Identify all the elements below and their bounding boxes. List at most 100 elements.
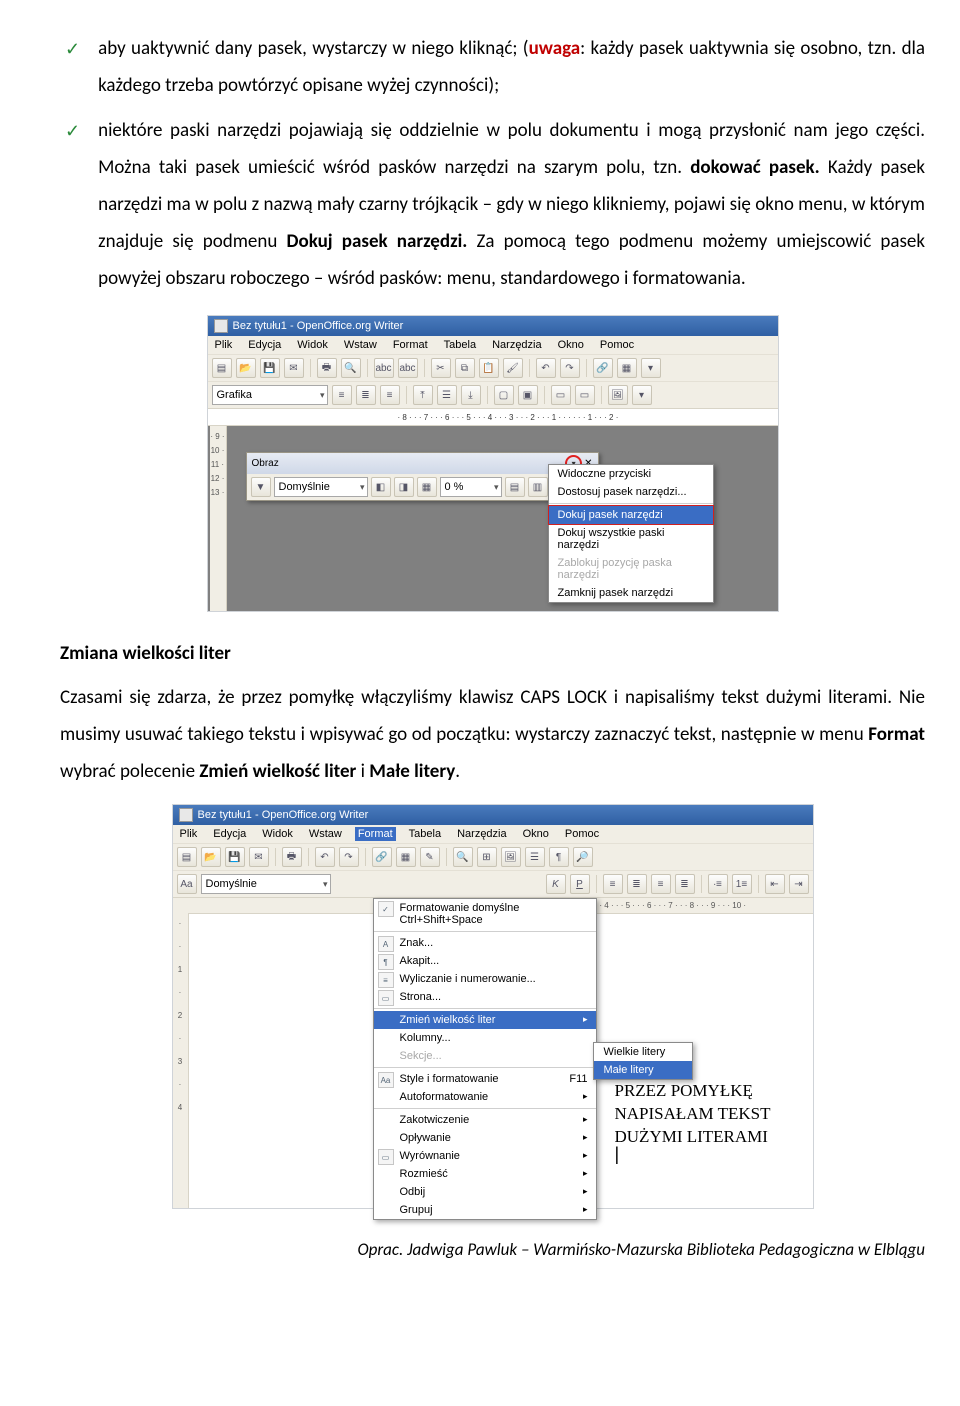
style-combo[interactable]: Grafika <box>212 385 328 405</box>
fx3-icon[interactable]: ▦ <box>417 477 437 497</box>
ind2-icon[interactable]: ⇥ <box>789 874 809 894</box>
al1-icon[interactable]: ≡ <box>603 874 623 894</box>
undo-icon[interactable]: ↶ <box>315 847 335 867</box>
fmt-zakotw[interactable]: Zakotwiczenie <box>374 1111 596 1129</box>
underline-icon[interactable]: P <box>570 874 590 894</box>
undo-icon[interactable]: ↶ <box>536 358 556 378</box>
copy-icon[interactable]: ⧉ <box>455 358 475 378</box>
menu-wstaw[interactable]: Wstaw <box>306 827 345 841</box>
menu-wstaw[interactable]: Wstaw <box>341 338 380 352</box>
link-icon[interactable]: 🔗 <box>593 358 613 378</box>
img-icon[interactable]: 🖼 <box>608 385 628 405</box>
table-icon[interactable]: ▦ <box>396 847 416 867</box>
c1-icon[interactable]: ▤ <box>505 477 525 497</box>
redo-icon[interactable]: ↷ <box>560 358 580 378</box>
styles-icon[interactable]: Aa <box>177 874 197 894</box>
fmt-wyrownanie[interactable]: ▭Wyrównanie <box>374 1147 596 1165</box>
fmt-akapit[interactable]: ¶Akapit... <box>374 952 596 970</box>
table-icon[interactable]: ▦ <box>617 358 637 378</box>
save-icon[interactable]: 💾 <box>225 847 245 867</box>
menu-format[interactable]: Format <box>355 827 396 841</box>
fmt-autoformat[interactable]: Autoformatowanie <box>374 1088 596 1106</box>
new-icon[interactable]: ▤ <box>212 358 232 378</box>
filter-icon[interactable]: ▼ <box>251 477 271 497</box>
sub-wielkie[interactable]: Wielkie litery <box>594 1043 692 1061</box>
link-icon[interactable]: 🔗 <box>372 847 392 867</box>
nav-icon[interactable]: ⊞ <box>477 847 497 867</box>
draw-icon[interactable]: ✎ <box>420 847 440 867</box>
ctx-dokuj-all[interactable]: Dokuj wszystkie paski narzędzi <box>549 524 713 554</box>
brush-icon[interactable]: 🖌 <box>503 358 523 378</box>
find-icon[interactable]: 🔍 <box>453 847 473 867</box>
border-icon[interactable]: ▢ <box>494 385 514 405</box>
fmt-odbij[interactable]: Odbij <box>374 1183 596 1201</box>
redo-icon[interactable]: ↷ <box>339 847 359 867</box>
print-icon[interactable]: 🖶 <box>282 847 302 867</box>
al3-icon[interactable]: ≡ <box>651 874 671 894</box>
fmt-style[interactable]: AaStyle i formatowanieF11 <box>374 1070 596 1088</box>
menu-format[interactable]: Format <box>390 338 431 352</box>
list2-icon[interactable]: 1≡ <box>732 874 752 894</box>
menu-widok[interactable]: Widok <box>259 827 296 841</box>
wrap-icon[interactable]: ▭ <box>551 385 571 405</box>
src-icon[interactable]: ☰ <box>525 847 545 867</box>
fmt-wylicz[interactable]: ≡Wyliczanie i numerowanie... <box>374 970 596 988</box>
fmt-strona[interactable]: ▭Strona... <box>374 988 596 1006</box>
border2-icon[interactable]: ▣ <box>518 385 538 405</box>
top-icon[interactable]: ⤒ <box>413 385 433 405</box>
sub-male[interactable]: Małe litery <box>594 1061 692 1079</box>
ctx-zamknij[interactable]: Zamknij pasek narzędzi <box>549 584 713 602</box>
menu-plik[interactable]: Plik <box>177 827 201 841</box>
menu-pomoc[interactable]: Pomoc <box>597 338 637 352</box>
c2-icon[interactable]: ▥ <box>528 477 548 497</box>
open-icon[interactable]: 📂 <box>201 847 221 867</box>
preview-icon[interactable]: 🔍 <box>341 358 361 378</box>
float-titlebar[interactable]: Obraz ▾ ✕ <box>247 453 598 474</box>
spell-icon[interactable]: abc <box>374 358 394 378</box>
mail-icon[interactable]: ✉ <box>249 847 269 867</box>
ind1-icon[interactable]: ⇤ <box>765 874 785 894</box>
menu-tabela[interactable]: Tabela <box>406 827 444 841</box>
floating-toolbar[interactable]: Obraz ▾ ✕ ▼ Domyślnie ◧ ◨ ▦ 0 % ▤ ▥ ▦ <box>246 452 599 501</box>
wrap2-icon[interactable]: ▭ <box>575 385 595 405</box>
align-left-icon[interactable]: ≡ <box>332 385 352 405</box>
np-icon[interactable]: ¶ <box>549 847 569 867</box>
fmt-default[interactable]: ✓Formatowanie domyślne Ctrl+Shift+Space <box>374 899 596 929</box>
ctx-widoczne[interactable]: Widoczne przyciski <box>549 465 713 483</box>
fmt-rozmiesc[interactable]: Rozmieść <box>374 1165 596 1183</box>
save-icon[interactable]: 💾 <box>260 358 280 378</box>
spell2-icon[interactable]: abc <box>398 358 418 378</box>
menu-edycja[interactable]: Edycja <box>245 338 284 352</box>
menu-pomoc[interactable]: Pomoc <box>562 827 602 841</box>
al2-icon[interactable]: ≣ <box>627 874 647 894</box>
print-icon[interactable]: 🖶 <box>317 358 337 378</box>
fx1-icon[interactable]: ◧ <box>371 477 391 497</box>
menu-narzedzia[interactable]: Narzędzia <box>454 827 510 841</box>
list1-icon[interactable]: ∙≡ <box>708 874 728 894</box>
fmt-grupuj[interactable]: Grupuj <box>374 1201 596 1219</box>
mail-icon[interactable]: ✉ <box>284 358 304 378</box>
ctx-dostosuj[interactable]: Dostosuj pasek narzędzi... <box>549 483 713 501</box>
more2-icon[interactable]: ▾ <box>632 385 652 405</box>
fx2-icon[interactable]: ◨ <box>394 477 414 497</box>
gal-icon[interactable]: 🖼 <box>501 847 521 867</box>
open-icon[interactable]: 📂 <box>236 358 256 378</box>
new-icon[interactable]: ▤ <box>177 847 197 867</box>
fmt-zmien-wielkosc[interactable]: Zmień wielkość liter <box>374 1011 596 1029</box>
bot-icon[interactable]: ⤓ <box>461 385 481 405</box>
float-combo[interactable]: Domyślnie <box>274 477 368 497</box>
fmt-kolumny[interactable]: Kolumny... <box>374 1029 596 1047</box>
ctx-dokuj[interactable]: Dokuj pasek narzędzi <box>548 505 714 525</box>
paste-icon[interactable]: 📋 <box>479 358 499 378</box>
style-combo[interactable]: Domyślnie <box>201 874 331 894</box>
align-right-icon[interactable]: ≡ <box>380 385 400 405</box>
menu-tabela[interactable]: Tabela <box>441 338 479 352</box>
align-center-icon[interactable]: ≣ <box>356 385 376 405</box>
cut-icon[interactable]: ✂ <box>431 358 451 378</box>
menu-plik[interactable]: Plik <box>212 338 236 352</box>
fmt-znak[interactable]: AZnak... <box>374 934 596 952</box>
menu-narzedzia[interactable]: Narzędzia <box>489 338 545 352</box>
pct-combo[interactable]: 0 % <box>440 477 502 497</box>
menu-okno[interactable]: Okno <box>520 827 552 841</box>
menu-widok[interactable]: Widok <box>294 338 331 352</box>
